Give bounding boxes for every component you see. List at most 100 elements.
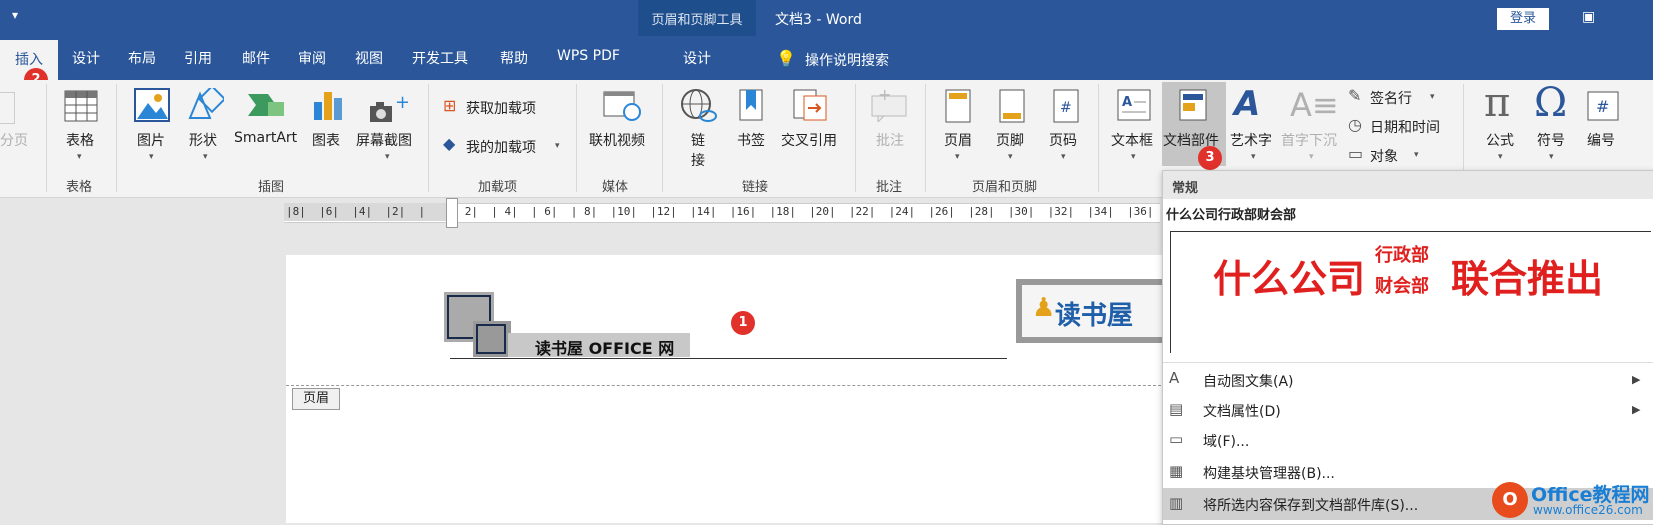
my-addins-button[interactable]: 我的加载项 bbox=[466, 137, 536, 157]
chevron-down-icon: ▾ bbox=[203, 152, 208, 162]
chevron-down-icon: ▾ bbox=[1309, 152, 1314, 162]
page-number-button[interactable]: 页码 bbox=[1049, 130, 1077, 150]
quick-access-dropdown[interactable]: ▾ bbox=[12, 8, 18, 22]
wordart-button[interactable]: 艺术字 bbox=[1230, 130, 1272, 150]
date-time-button[interactable]: 日期和时间 bbox=[1370, 117, 1440, 137]
drop-cap-button[interactable]: 首字下沉 bbox=[1281, 130, 1337, 150]
header-boundary bbox=[286, 385, 1166, 386]
tab-references[interactable]: 引用 bbox=[184, 48, 212, 68]
footer-button[interactable]: 页脚 bbox=[996, 130, 1024, 150]
group-separator bbox=[1098, 84, 1099, 192]
object-button[interactable]: 对象 bbox=[1370, 146, 1398, 166]
link-button-line2: 接 bbox=[691, 153, 705, 169]
tab-help[interactable]: 帮助 bbox=[500, 48, 528, 68]
building-blocks-icon: ▦ bbox=[1169, 462, 1184, 480]
screenshot-button[interactable]: 屏幕截图 bbox=[356, 130, 412, 150]
chart-button[interactable]: 图表 bbox=[312, 130, 340, 150]
step-badge-3: 3 bbox=[1198, 146, 1222, 170]
comment-button[interactable]: 批注 bbox=[876, 130, 904, 150]
cross-reference-icon bbox=[793, 89, 827, 121]
gallery-section-title: 常规 bbox=[1172, 181, 1199, 196]
chevron-down-icon: ▾ bbox=[1251, 152, 1256, 162]
page-number-icon: # bbox=[1053, 89, 1079, 123]
svg-text:#: # bbox=[1596, 97, 1609, 116]
tab-review[interactable]: 审阅 bbox=[298, 48, 326, 68]
footer-icon bbox=[999, 89, 1025, 123]
chevron-down-icon: ▾ bbox=[77, 152, 82, 162]
group-label-addins: 加载项 bbox=[478, 180, 518, 195]
picture-button[interactable]: 图片 bbox=[137, 130, 165, 150]
quick-parts-icon bbox=[1179, 89, 1207, 121]
menu-item-autotext-label: 自动图文集(A) bbox=[1203, 374, 1294, 390]
header-label-tag: 页眉 bbox=[292, 388, 340, 410]
group-label-header-footer: 页眉和页脚 bbox=[972, 180, 1038, 195]
tab-header-footer-design[interactable]: 设计 bbox=[638, 48, 756, 68]
indent-marker[interactable] bbox=[446, 198, 458, 228]
header-decoration-squares bbox=[444, 292, 511, 357]
save-selection-icon: ▥ bbox=[1169, 494, 1184, 512]
text-box-button[interactable]: 文本框 bbox=[1111, 130, 1153, 150]
number-button[interactable]: 编号 bbox=[1587, 130, 1615, 150]
header-icon bbox=[945, 89, 971, 123]
tab-layout[interactable]: 布局 bbox=[128, 48, 156, 68]
chevron-down-icon: ▾ bbox=[1061, 152, 1066, 162]
field-icon: ▭ bbox=[1169, 430, 1184, 448]
chevron-right-icon: ▶ bbox=[1632, 373, 1641, 386]
preview-main-left: 什么公司 bbox=[1213, 257, 1366, 301]
object-icon: ▭ bbox=[1348, 144, 1364, 163]
drop-cap-icon: A≡ bbox=[1290, 86, 1339, 124]
cross-reference-button[interactable]: 交叉引用 bbox=[781, 130, 837, 150]
get-addins-button[interactable]: 获取加载项 bbox=[466, 98, 536, 118]
menu-item-field-label: 域(F)... bbox=[1203, 434, 1250, 450]
preview-small-bottom: 财会部 bbox=[1375, 276, 1429, 297]
table-button[interactable]: 表格 bbox=[66, 130, 94, 150]
group-label-tables: 表格 bbox=[66, 180, 93, 195]
preview-small-top: 行政部 bbox=[1375, 245, 1429, 266]
group-separator bbox=[576, 84, 577, 192]
header-button[interactable]: 页眉 bbox=[944, 130, 972, 150]
smartart-button[interactable]: SmartArt bbox=[234, 130, 297, 146]
chevron-down-icon: ▾ bbox=[1131, 152, 1136, 162]
tell-me-search[interactable]: 操作说明搜索 bbox=[805, 50, 889, 70]
group-separator bbox=[428, 84, 429, 192]
header-text[interactable]: 读书屋 OFFICE 网 bbox=[535, 335, 674, 359]
step-badge-1: 1 bbox=[731, 311, 755, 335]
tab-mailings[interactable]: 邮件 bbox=[242, 48, 270, 68]
tab-view[interactable]: 视图 bbox=[355, 48, 383, 68]
signature-line-button[interactable]: 签名行 bbox=[1370, 88, 1412, 108]
lightbulb-icon: 💡 bbox=[776, 49, 796, 68]
comment-icon: + bbox=[871, 88, 907, 122]
chart-icon bbox=[314, 92, 342, 120]
link-button[interactable]: 链 bbox=[691, 130, 705, 150]
login-button[interactable]: 登录 bbox=[1497, 8, 1549, 30]
group-separator bbox=[855, 84, 856, 192]
logo-text: 读书屋 bbox=[1055, 301, 1134, 331]
gallery-item-name[interactable]: 什么公司行政部财会部 bbox=[1166, 204, 1296, 223]
page-break-button[interactable]: 分页 bbox=[0, 130, 28, 150]
menu-item-save-selection-label: 将所选内容保存到文档部件库(S)... bbox=[1203, 498, 1419, 514]
bookmark-button[interactable]: 书签 bbox=[737, 130, 765, 150]
tab-wps-pdf[interactable]: WPS PDF bbox=[557, 48, 620, 64]
equation-button[interactable]: 公式 bbox=[1486, 130, 1514, 150]
ribbon-display-options-icon[interactable]: ▣ bbox=[1582, 9, 1595, 25]
preview-main-right: 联合推出 bbox=[1451, 257, 1604, 301]
chevron-down-icon: ▾ bbox=[385, 152, 390, 162]
office-logo-icon: O bbox=[1492, 482, 1528, 518]
chevron-down-icon: ▾ bbox=[1008, 152, 1013, 162]
online-video-button[interactable]: 联机视频 bbox=[589, 130, 645, 150]
chevron-down-icon: ▾ bbox=[1430, 92, 1435, 102]
symbol-button[interactable]: 符号 bbox=[1537, 130, 1565, 150]
chevron-down-icon: ▾ bbox=[1498, 152, 1503, 162]
header-underline bbox=[450, 358, 1007, 359]
tab-developer[interactable]: 开发工具 bbox=[412, 48, 468, 68]
menu-item-document-property-label: 文档属性(D) bbox=[1203, 404, 1281, 420]
chevron-right-icon: ▶ bbox=[1632, 403, 1641, 416]
shapes-button[interactable]: 形状 bbox=[189, 130, 217, 150]
document-property-icon: ▤ bbox=[1169, 400, 1184, 418]
tab-design[interactable]: 设计 bbox=[72, 48, 100, 68]
group-label-links: 链接 bbox=[742, 180, 769, 195]
chevron-down-icon: ▾ bbox=[1414, 150, 1419, 160]
picture-icon bbox=[134, 88, 170, 122]
svg-text:A: A bbox=[1122, 95, 1132, 110]
svg-text:#: # bbox=[1060, 100, 1072, 116]
